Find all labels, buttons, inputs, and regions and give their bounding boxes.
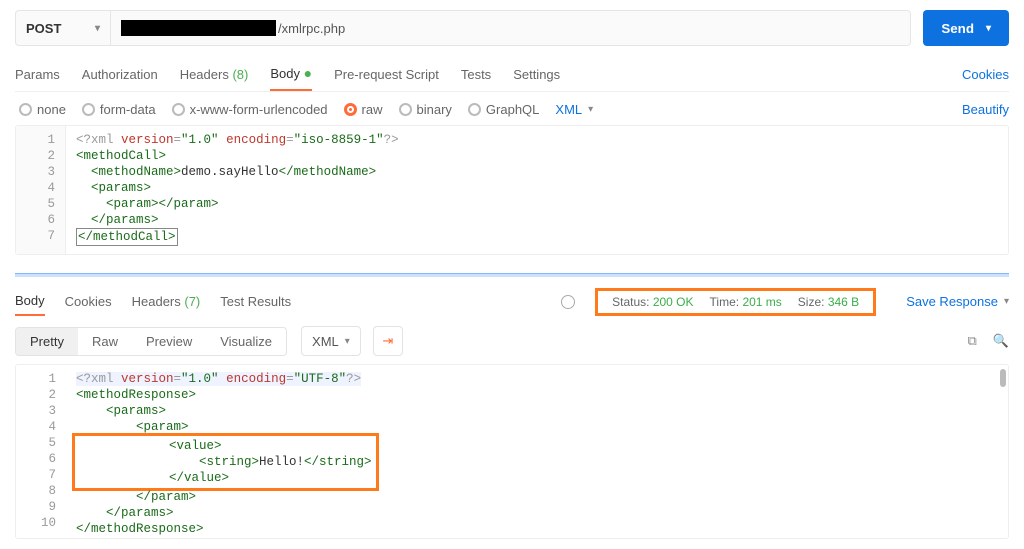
globe-icon[interactable] — [561, 295, 575, 309]
http-method-select[interactable]: POST ▾ — [15, 10, 110, 46]
radio-graphql-label: GraphQL — [486, 102, 539, 117]
editor-gutter: 1234567 — [16, 126, 66, 254]
time-label: Time: — [710, 295, 740, 309]
radio-icon — [172, 103, 185, 116]
response-view-mode: Pretty Raw Preview Visualize — [15, 327, 287, 356]
radio-icon — [82, 103, 95, 116]
chevron-down-icon: ▾ — [95, 23, 100, 34]
send-button-label: Send — [941, 21, 974, 36]
tab-params[interactable]: Params — [15, 59, 60, 90]
size-value: 346 B — [828, 295, 859, 309]
radio-urlencoded[interactable]: x-www-form-urlencoded — [172, 102, 328, 117]
chevron-down-icon[interactable]: ▾ — [986, 23, 991, 34]
response-toolbar: Pretty Raw Preview Visualize XML ▾ ⇥ ⧉ 🔍 — [15, 316, 1009, 364]
view-pretty[interactable]: Pretty — [16, 328, 78, 355]
radio-graphql[interactable]: GraphQL — [468, 102, 539, 117]
chevron-down-icon: ▾ — [588, 104, 593, 115]
editor-gutter: 12345678910 — [16, 365, 66, 538]
pane-splitter[interactable] — [15, 273, 1009, 277]
beautify-link[interactable]: Beautify — [962, 102, 1009, 117]
response-body-editor[interactable]: 12345678910 <?xml version="1.0" encoding… — [15, 364, 1009, 539]
search-icon[interactable]: 🔍 — [993, 333, 1009, 349]
radio-binary-label: binary — [417, 102, 452, 117]
radio-raw[interactable]: raw — [344, 102, 383, 117]
response-status-box: Status: 200 OK Time: 201 ms Size: 346 B — [595, 288, 876, 316]
status-label: Status: — [612, 295, 649, 309]
tab-settings[interactable]: Settings — [513, 59, 560, 90]
response-language-value: XML — [312, 334, 339, 349]
tab-headers[interactable]: Headers (8) — [180, 59, 249, 90]
url-suffix: /xmlrpc.php — [278, 21, 345, 36]
tab-prerequest[interactable]: Pre-request Script — [334, 59, 439, 90]
body-language-value: XML — [555, 102, 582, 117]
chevron-down-icon: ▾ — [345, 336, 350, 347]
resp-tab-headers-label: Headers — [132, 294, 181, 309]
body-language-select[interactable]: XML ▾ — [555, 102, 593, 117]
radio-icon — [399, 103, 412, 116]
radio-raw-label: raw — [362, 102, 383, 117]
tab-body[interactable]: Body ● — [270, 58, 312, 91]
radio-icon — [19, 103, 32, 116]
save-response-link[interactable]: Save Response ▾ — [906, 294, 1009, 309]
chevron-down-icon: ▾ — [1004, 296, 1009, 307]
request-tabs: Params Authorization Headers (8) Body ● … — [15, 58, 1009, 92]
send-button[interactable]: Send ▾ — [923, 10, 1009, 46]
copy-icon[interactable]: ⧉ — [968, 333, 977, 349]
size-label: Size: — [798, 295, 825, 309]
resp-tab-headers[interactable]: Headers (7) — [132, 288, 201, 315]
scrollbar-thumb[interactable] — [1000, 369, 1006, 387]
status-value: 200 OK — [653, 295, 694, 309]
response-highlight-box: <value> <string>Hello!</string> </value> — [72, 433, 379, 491]
wrap-lines-button[interactable]: ⇥ — [373, 326, 403, 356]
radio-formdata[interactable]: form-data — [82, 102, 156, 117]
time-value: 201 ms — [742, 295, 781, 309]
tab-headers-count: (8) — [232, 67, 248, 82]
cursor-selection: </methodCall> — [76, 228, 178, 246]
http-method-value: POST — [26, 21, 61, 36]
tab-authorization[interactable]: Authorization — [82, 59, 158, 90]
url-input[interactable]: /xmlrpc.php — [110, 10, 911, 46]
radio-none[interactable]: none — [19, 102, 66, 117]
unsaved-dot-icon: ● — [304, 65, 312, 81]
radio-binary[interactable]: binary — [399, 102, 452, 117]
body-type-row: none form-data x-www-form-urlencoded raw… — [15, 92, 1009, 125]
radio-icon — [468, 103, 481, 116]
radio-none-label: none — [37, 102, 66, 117]
save-response-label: Save Response — [906, 294, 998, 309]
tab-body-label: Body — [270, 66, 300, 81]
tab-tests[interactable]: Tests — [461, 59, 491, 90]
view-preview[interactable]: Preview — [132, 328, 206, 355]
editor-code[interactable]: <?xml version="1.0" encoding="iso-8859-1… — [16, 126, 1008, 252]
resp-tab-headers-count: (7) — [184, 294, 200, 309]
tab-headers-label: Headers — [180, 67, 229, 82]
url-redacted-segment — [121, 20, 276, 36]
resp-tab-cookies[interactable]: Cookies — [65, 288, 112, 315]
editor-code[interactable]: <?xml version="1.0" encoding="UTF-8"?> <… — [16, 365, 1008, 539]
view-raw[interactable]: Raw — [78, 328, 132, 355]
cookies-link[interactable]: Cookies — [962, 67, 1009, 82]
resp-tab-results[interactable]: Test Results — [220, 288, 291, 315]
request-bar: POST ▾ /xmlrpc.php Send ▾ — [15, 10, 1009, 46]
request-body-editor[interactable]: 1234567 <?xml version="1.0" encoding="is… — [15, 125, 1009, 255]
response-tabs: Body Cookies Headers (7) Test Results St… — [15, 283, 1009, 316]
radio-icon — [344, 103, 357, 116]
resp-tab-body[interactable]: Body — [15, 287, 45, 316]
radio-urlencoded-label: x-www-form-urlencoded — [190, 102, 328, 117]
radio-formdata-label: form-data — [100, 102, 156, 117]
view-visualize[interactable]: Visualize — [206, 328, 286, 355]
response-language-select[interactable]: XML ▾ — [301, 326, 361, 356]
wrap-icon: ⇥ — [382, 333, 393, 349]
